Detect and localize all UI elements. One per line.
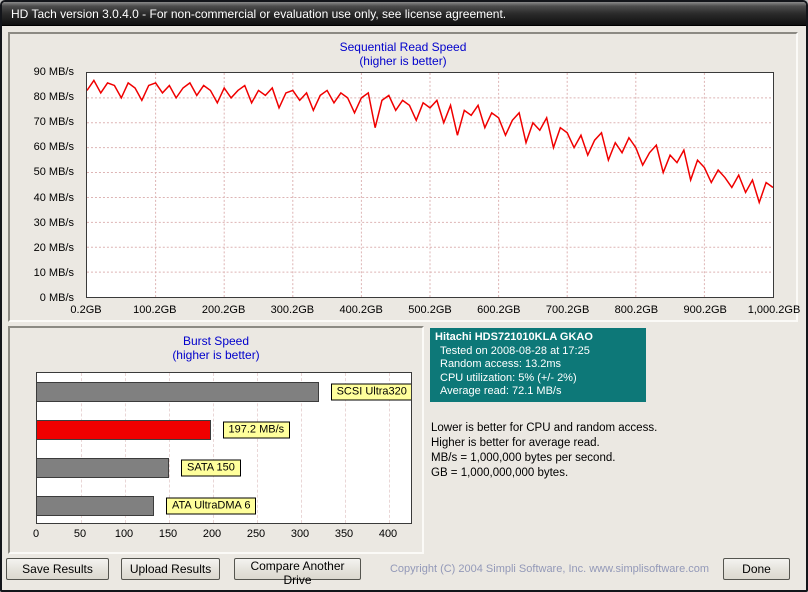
seq-x-tick-label: 0.2GB xyxy=(70,304,102,316)
seq-x-tick-label: 900.2GB xyxy=(683,304,727,316)
average-read-text: Average read: 72.1 MB/s xyxy=(440,385,562,397)
note-line: GB = 1,000,000,000 bytes. xyxy=(431,467,569,479)
seq-x-tick-label: 800.2GB xyxy=(614,304,659,316)
seq-y-tick-label: 80 MB/s xyxy=(33,91,74,104)
cpu-utilization-text: CPU utilization: 5% (+/- 2%) xyxy=(440,371,577,384)
burst-x-tick-label: 0 xyxy=(32,528,40,540)
note-line: Higher is better for average read. xyxy=(431,437,600,449)
burst-x-tick-label: 250 xyxy=(246,528,266,540)
burst-x-tick-label: 400 xyxy=(378,528,398,540)
seq-x-tick-label: 200.2GB xyxy=(201,304,246,316)
burst-x-tick-label: 150 xyxy=(158,528,178,540)
hdtach-window: HD Tach version 3.0.4.0 - For non-commer… xyxy=(0,0,808,592)
seq-y-tick-label: 40 MB/s xyxy=(33,191,74,204)
burst-plot: SCSI Ultra320 197.2 MB/s SATA 150 ATA Ultra… xyxy=(36,372,412,524)
burst-x-tick-label: 50 xyxy=(73,528,87,540)
seq-y-tick-label: 30 MB/s xyxy=(33,216,74,229)
note-line: MB/s = 1,000,000 bytes per second. xyxy=(431,452,616,464)
upload-results-button[interactable]: Upload Results xyxy=(121,558,220,580)
burst-bar-label: SATA 150 xyxy=(181,459,241,477)
window-title: HD Tach version 3.0.4.0 - For non-commer… xyxy=(11,7,507,21)
burst-x-axis: 0 50 100 150 200 250 300 350 400 xyxy=(32,528,412,542)
random-access-text: Random access: 13.2ms xyxy=(440,358,562,370)
note-line: Lower is better for CPU and random acces… xyxy=(431,422,658,434)
burst-x-tick-label: 350 xyxy=(334,528,354,540)
burst-chart-title: Burst Speed xyxy=(182,334,250,348)
seq-x-tick-label: 500.2GB xyxy=(408,304,452,316)
seq-y-tick-label: 50 MB/s xyxy=(33,166,74,179)
burst-bar xyxy=(37,458,169,478)
seq-x-tick-label: 600.2GB xyxy=(477,304,521,316)
burst-bar xyxy=(37,382,319,402)
burst-bar-label: SCSI Ultra320 xyxy=(330,383,411,401)
seq-x-axis: 0.2GB 100.2GB 200.2GB 300.2GB 400.2GB 500.2GB… xyxy=(70,304,800,320)
save-results-button[interactable]: Save Results xyxy=(6,558,109,580)
sequential-read-panel: Sequential Read Speed (higher is better)… xyxy=(8,32,800,322)
burst-x-tick-label: 300 xyxy=(290,528,310,540)
burst-bar-label: ATA UltraDMA 6 xyxy=(166,497,257,515)
tested-on-text: Tested on 2008-08-28 at 17:25 xyxy=(440,344,590,357)
explanatory-notes: Lower is better for CPU and random acces… xyxy=(431,421,657,481)
seq-chart-title: Sequential Read Speed xyxy=(339,40,467,54)
seq-x-tick-label: 100.2GB xyxy=(133,304,177,316)
seq-y-tick-label: 90 MB/s xyxy=(33,66,74,78)
drive-info-block: Hitachi HDS721010KLA GKAO Tested on 2008… xyxy=(430,328,646,402)
burst-bar xyxy=(37,496,154,516)
seq-x-tick-label: 300.2GB xyxy=(270,304,315,316)
burst-x-tick-label: 200 xyxy=(202,528,222,540)
burst-chart-subtitle: (higher is better) xyxy=(172,348,260,362)
seq-y-axis: 0 MB/s 10 MB/s 20 MB/s 30 MB/s 40 MB/s 50 MB/… xyxy=(10,66,80,304)
burst-bar-label: 197.2 MB/s xyxy=(222,421,291,439)
seq-y-tick-label: 10 MB/s xyxy=(33,266,74,279)
copyright-text: Copyright (C) 2004 Simpli Software, Inc.… xyxy=(389,563,710,575)
seq-y-tick-label: 60 MB/s xyxy=(33,141,74,154)
title-bar[interactable]: HD Tach version 3.0.4.0 - For non-commer… xyxy=(2,2,806,26)
seq-y-tick-label: 0 MB/s xyxy=(39,292,74,304)
burst-x-tick-label: 100 xyxy=(114,528,134,540)
compare-another-drive-button[interactable]: Compare Another Drive xyxy=(234,558,361,587)
drive-name: Hitachi HDS721010KLA GKAO xyxy=(435,331,593,343)
burst-bar xyxy=(37,420,211,440)
seq-x-tick-label: 700.2GB xyxy=(545,304,590,316)
seq-y-tick-label: 20 MB/s xyxy=(33,241,74,254)
seq-chart-subtitle: (higher is better) xyxy=(359,54,447,68)
seq-x-tick-label: 1,000.2GB xyxy=(747,304,801,316)
burst-speed-panel: Burst Speed (higher is better) SCSI Ultr… xyxy=(8,326,424,554)
seq-x-tick-label: 400.2GB xyxy=(339,304,383,316)
done-button[interactable]: Done xyxy=(723,558,790,580)
sequential-read-plot xyxy=(86,72,774,298)
seq-y-tick-label: 70 MB/s xyxy=(33,116,74,129)
